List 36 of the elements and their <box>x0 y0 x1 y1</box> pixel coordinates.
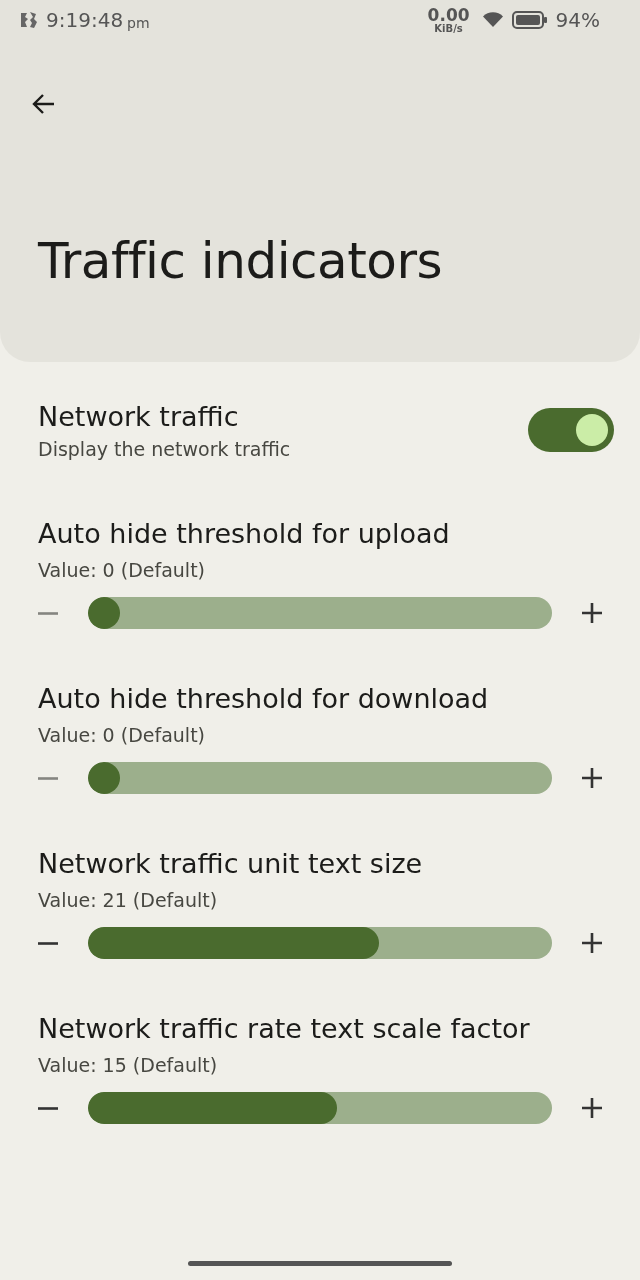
slider-fill[interactable] <box>88 927 379 959</box>
setting-title: Network traffic <box>38 400 240 432</box>
setting-title: Auto hide threshold for download <box>38 683 490 714</box>
toggle-switch[interactable] <box>528 408 614 452</box>
slider-track[interactable] <box>88 1092 552 1124</box>
network-speed: 0.00 <box>427 6 470 24</box>
plus-icon <box>580 1096 604 1120</box>
slider-fill[interactable] <box>88 762 120 794</box>
slider-track[interactable] <box>88 597 552 629</box>
slider-fill[interactable] <box>88 1092 337 1124</box>
slider-track[interactable] <box>88 927 552 959</box>
slider-track[interactable] <box>88 762 552 794</box>
clock-period: pm <box>127 15 150 31</box>
setting-value: Value: 21 (Default) <box>38 889 219 911</box>
plus-icon <box>580 931 604 955</box>
speed-unit: KiB/s <box>434 23 463 34</box>
battery-level: 94% <box>555 8 600 32</box>
clock: 9:19:48 <box>46 8 124 32</box>
setting-title: Network traffic rate text scale factor <box>38 1013 531 1044</box>
setting-value: Value: 0 (Default) <box>38 559 206 581</box>
plus-icon <box>580 766 604 790</box>
minus-icon <box>38 611 58 615</box>
minus-icon <box>38 1106 58 1110</box>
battery-icon <box>511 11 548 29</box>
page-title: Traffic indicators <box>38 232 443 290</box>
minus-icon <box>38 776 58 780</box>
setting-value: Value: 15 (Default) <box>38 1054 219 1076</box>
setting-summary: Display the network traffic <box>38 437 291 460</box>
wifi-icon <box>481 12 504 28</box>
minus-icon <box>38 941 58 945</box>
setting-title: Network traffic unit text size <box>38 848 424 879</box>
slider-fill[interactable] <box>88 597 120 629</box>
setting-title: Auto hide threshold for upload <box>38 518 451 549</box>
app-icon <box>20 11 38 29</box>
setting-value: Value: 0 (Default) <box>38 724 206 746</box>
plus-icon <box>580 601 604 625</box>
